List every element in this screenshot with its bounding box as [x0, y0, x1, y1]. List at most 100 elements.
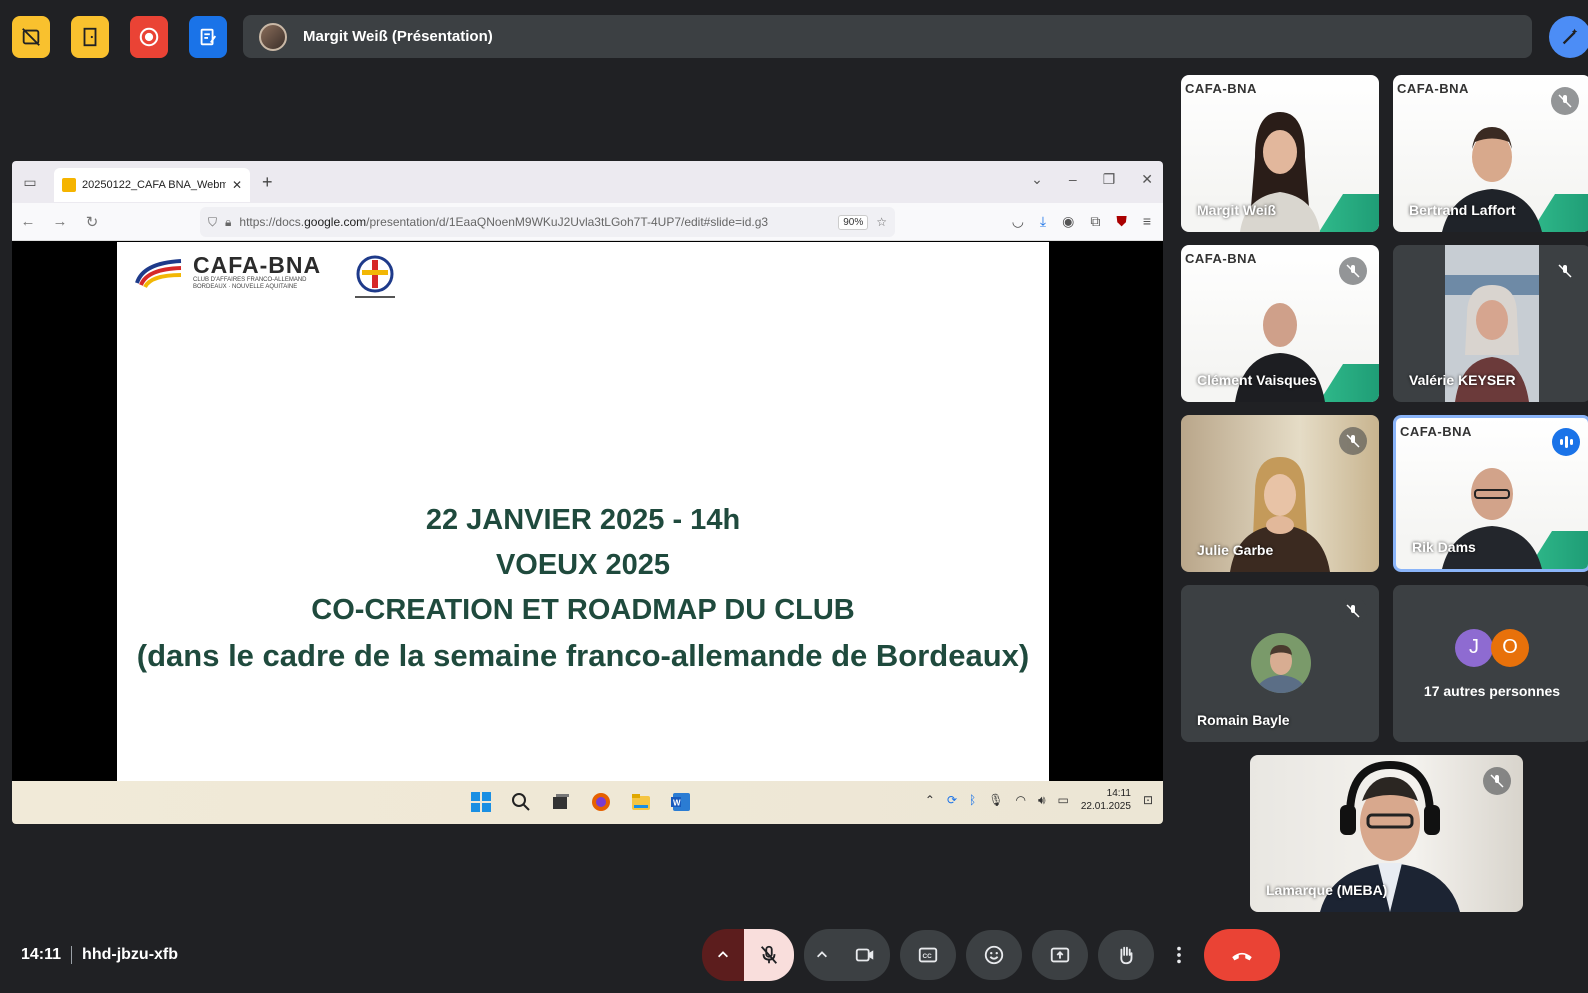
tab-list-icon[interactable]: ▭: [12, 174, 48, 191]
taskbar-time: 14:11: [1106, 788, 1131, 799]
chevron-up-icon: [817, 951, 827, 958]
zoom-level[interactable]: 90%: [838, 214, 869, 230]
participant-tile[interactable]: CAFA-BNA Bertrand Laffort: [1393, 75, 1588, 232]
audio-level-bar: [1569, 439, 1573, 445]
bluetooth-icon[interactable]: ᛒ: [969, 793, 976, 807]
participant-name: Lamarque (MEBA): [1266, 882, 1388, 898]
shield-icon: ⛉: [208, 214, 218, 229]
svg-text:W: W: [673, 799, 681, 808]
star-icon[interactable]: ☆: [876, 215, 887, 229]
menu-icon[interactable]: ≡: [1143, 213, 1151, 230]
extensions-icon[interactable]: ⧉: [1090, 213, 1100, 230]
avatar: [1251, 633, 1311, 693]
file-explorer-icon[interactable]: [630, 791, 652, 813]
present-screen-icon: [1050, 947, 1070, 963]
taskbar-clock[interactable]: 14:11 22.01.2025: [1081, 787, 1131, 813]
search-icon[interactable]: [510, 791, 532, 813]
close-window-icon[interactable]: ✕: [1141, 171, 1153, 188]
other-avatars: J O: [1455, 628, 1529, 667]
participant-tile[interactable]: Romain Bayle: [1181, 585, 1379, 742]
ai-notes-off-button[interactable]: [12, 16, 50, 58]
participant-name: Bertrand Laffort: [1409, 202, 1516, 218]
firefox-icon[interactable]: [590, 791, 612, 813]
participant-tile[interactable]: CAFA-BNA Margit Weiß: [1181, 75, 1379, 232]
muted-indicator: [1339, 257, 1367, 285]
slide-date-line: 22 JANVIER 2025 - 14h: [425, 504, 741, 536]
browser-toolbar-icons: ◡ ⤓ ◉ ⧉ ⛊ ≡: [1012, 213, 1151, 230]
logo-subtitle-1: CLUB D'AFFAIRES FRANCO-ALLEMAND: [193, 277, 307, 283]
account-icon[interactable]: ◉: [1062, 213, 1074, 230]
back-icon[interactable]: ←: [12, 213, 44, 230]
muted-indicator: [1551, 87, 1579, 115]
top-toolbar: [12, 16, 227, 58]
notifications-icon[interactable]: ⊡: [1143, 793, 1153, 807]
svg-text:CC: CC: [923, 953, 933, 960]
camera-button[interactable]: [840, 929, 890, 981]
slide-area: CAFA-BNA CLUB D'AFFAIRES FRANCO-ALLEMAND…: [12, 242, 1163, 781]
slides-icon: [62, 178, 76, 192]
forward-icon[interactable]: →: [44, 213, 76, 230]
minimize-icon[interactable]: –: [1069, 171, 1077, 188]
new-tab-icon[interactable]: +: [262, 172, 273, 193]
participant-tile-active[interactable]: CAFA-BNA Rik Dams: [1393, 415, 1588, 572]
mic-off-icon: [1558, 264, 1572, 278]
notes-icon: [200, 28, 217, 46]
task-view-icon[interactable]: [550, 791, 572, 813]
divider: [71, 946, 73, 964]
slide-voeux-line: VOEUX 2025: [495, 549, 671, 581]
audio-options-button[interactable]: [702, 929, 744, 981]
camera-icon: [855, 948, 874, 962]
download-icon[interactable]: ⤓: [1040, 213, 1046, 230]
muted-indicator: [1483, 767, 1511, 795]
slide-roadmap-line: CO-CREATION ET ROADMAP DU CLUB: [311, 594, 855, 626]
url-text: https://docs.google.com/presentation/d/1…: [239, 215, 769, 229]
raise-hand-button[interactable]: [1098, 930, 1154, 980]
sync-icon[interactable]: ⟳: [947, 793, 957, 807]
recording-button[interactable]: [130, 16, 168, 58]
more-options-button[interactable]: [1164, 930, 1194, 980]
leave-call-button[interactable]: [1204, 929, 1280, 981]
reactions-button[interactable]: [966, 930, 1022, 980]
participant-tile[interactable]: Julie Garbe: [1181, 415, 1379, 572]
audio-level-bar: [1564, 436, 1568, 448]
url-bar[interactable]: ⛉ 🔒︎ https://docs.google.com/presentatio…: [200, 207, 895, 237]
ublock-icon[interactable]: ⛊: [1116, 213, 1127, 230]
browser-tab[interactable]: 20250122_CAFA BNA_Webmeet ✕: [54, 168, 250, 202]
visual-effects-button[interactable]: [1549, 16, 1588, 58]
word-icon[interactable]: W: [670, 791, 692, 813]
call-controls: CC: [702, 929, 1280, 981]
notes-button[interactable]: [189, 16, 227, 58]
restore-icon[interactable]: ❐: [1103, 171, 1116, 188]
unmute-button[interactable]: [744, 929, 794, 981]
video-options-button[interactable]: [804, 929, 840, 981]
more-vert-icon: [1177, 946, 1181, 964]
presenter-bar[interactable]: Margit Weiß (Présentation): [243, 15, 1532, 58]
chevron-down-icon[interactable]: ⌄: [1031, 171, 1043, 188]
participant-name: Romain Bayle: [1197, 712, 1290, 728]
pocket-icon[interactable]: ◡: [1012, 213, 1024, 230]
taskbar-date: 22.01.2025: [1080, 801, 1131, 812]
reload-icon[interactable]: ↻: [76, 213, 108, 231]
close-icon[interactable]: ✕: [232, 178, 242, 192]
tile-brand: CAFA-BNA: [1185, 251, 1257, 266]
meeting-code[interactable]: hhd-jbzu-xfb: [82, 946, 178, 964]
windows-start-icon[interactable]: [470, 791, 492, 813]
wifi-icon[interactable]: ◠: [1015, 793, 1025, 807]
microphone-icon[interactable]: 🎙︎: [988, 793, 1003, 807]
logo-name: CAFA-BNA: [193, 252, 322, 278]
participant-name: Rik Dams: [1412, 539, 1476, 555]
windows-taskbar: W ⌃ ⟳ ᛒ 🎙︎ ◠ 🔊︎ ▭ 14:11 22.01.2025 ⊡: [12, 781, 1163, 824]
muted-indicator: [1339, 427, 1367, 455]
other-participants-tile[interactable]: J O 17 autres personnes: [1393, 585, 1588, 742]
breakout-room-button[interactable]: [71, 16, 109, 58]
present-button[interactable]: [1032, 930, 1088, 980]
participant-tile[interactable]: Valérie KEYSER: [1393, 245, 1588, 402]
volume-icon[interactable]: 🔊︎: [1038, 793, 1046, 808]
participant-tile[interactable]: CAFA-BNA Clément Vaisques: [1181, 245, 1379, 402]
self-view-tile[interactable]: Lamarque (MEBA): [1250, 755, 1523, 912]
tile-brand: CAFA-BNA: [1185, 81, 1257, 96]
captions-button[interactable]: CC: [900, 930, 956, 980]
participant-name: Julie Garbe: [1197, 542, 1274, 558]
battery-icon[interactable]: ▭: [1058, 793, 1069, 807]
chevron-up-icon[interactable]: ⌃: [925, 793, 935, 807]
